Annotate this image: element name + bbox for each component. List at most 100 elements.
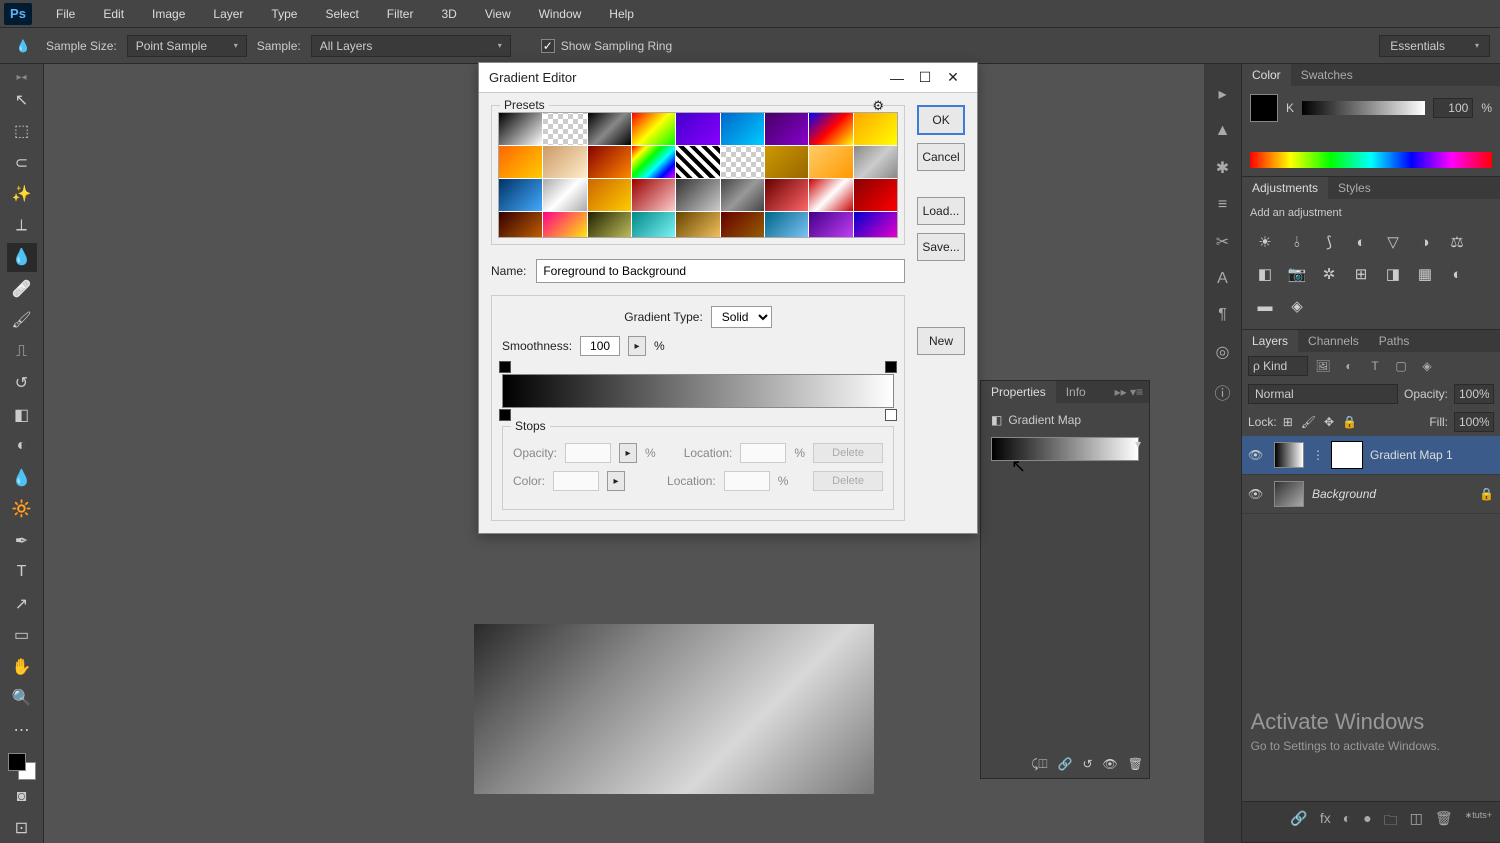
tab-properties[interactable]: Properties — [981, 381, 1056, 403]
color-picker-button[interactable]: ▸ — [607, 471, 625, 491]
move-tool[interactable]: ↖ — [7, 85, 37, 115]
hue-icon[interactable]: ◑ — [1414, 231, 1436, 253]
preset-swatch[interactable] — [765, 113, 808, 145]
preset-swatch[interactable] — [676, 179, 719, 211]
preset-swatch[interactable] — [632, 179, 675, 211]
preset-swatch[interactable] — [721, 113, 764, 145]
vibrance-icon[interactable]: ▽ — [1382, 231, 1404, 253]
tab-layers[interactable]: Layers — [1242, 330, 1298, 352]
eyedropper-tool[interactable]: 💧 — [7, 243, 37, 273]
filter-adjustment-icon[interactable]: ◐ — [1338, 356, 1360, 376]
visibility-icon[interactable]: 👁 — [1103, 757, 1118, 772]
filter-image-icon[interactable]: 🖼 — [1312, 356, 1334, 376]
menu-file[interactable]: File — [42, 7, 89, 21]
minimize-icon[interactable]: — — [883, 70, 911, 86]
preset-swatch[interactable] — [809, 179, 852, 211]
layer-kind-select[interactable]: ρ Kind — [1248, 356, 1308, 376]
delete-layer-icon[interactable]: 🗑 — [1435, 810, 1453, 834]
document-canvas[interactable] — [474, 624, 874, 794]
menu-3d[interactable]: 3D — [427, 7, 470, 21]
preset-swatch[interactable] — [543, 212, 586, 238]
gradient-map-icon[interactable]: ▬ — [1254, 295, 1276, 317]
lock-image-icon[interactable]: 🖌 — [1301, 415, 1316, 429]
visibility-icon[interactable]: 👁 — [1248, 448, 1266, 462]
blend-mode-select[interactable]: Normal — [1248, 384, 1398, 404]
levels-icon[interactable]: ⫰ — [1286, 231, 1308, 253]
stops-color-location-input[interactable] — [724, 471, 770, 491]
blur-tool[interactable]: 💧 — [7, 463, 37, 493]
path-selection-tool[interactable]: ↗ — [7, 589, 37, 619]
tab-adjustments[interactable]: Adjustments — [1242, 177, 1328, 199]
color-lookup-icon[interactable]: ⊞ — [1350, 263, 1372, 285]
preset-swatch[interactable] — [543, 146, 586, 178]
preset-swatch[interactable] — [588, 113, 631, 145]
measurement-icon[interactable]: ◎ — [1216, 342, 1230, 362]
preset-swatch[interactable] — [809, 146, 852, 178]
menu-window[interactable]: Window — [525, 7, 596, 21]
layer-item-background[interactable]: 👁 Background 🔒 — [1242, 475, 1500, 514]
history-icon[interactable]: ▸ — [1218, 84, 1226, 104]
k-value-input[interactable] — [1433, 98, 1473, 118]
preset-swatch[interactable] — [765, 146, 808, 178]
preset-swatch[interactable] — [632, 212, 675, 238]
stops-opacity-location-input[interactable] — [740, 443, 786, 463]
brightness-icon[interactable]: ☀ — [1254, 231, 1276, 253]
preset-swatch[interactable] — [499, 113, 542, 145]
preset-swatch[interactable] — [676, 113, 719, 145]
show-sampling-ring-checkbox[interactable]: ✓Show Sampling Ring — [541, 39, 672, 53]
selective-color-icon[interactable]: ◈ — [1286, 295, 1308, 317]
preset-swatch[interactable] — [854, 212, 897, 238]
sample-size-select[interactable]: Point Sample▾ — [127, 35, 247, 57]
tab-styles[interactable]: Styles — [1328, 177, 1381, 199]
actions-icon[interactable]: ✱ — [1216, 158, 1229, 178]
dodge-tool[interactable]: 🔆 — [7, 495, 37, 525]
cancel-button[interactable]: Cancel — [917, 143, 965, 171]
preset-swatch[interactable] — [588, 179, 631, 211]
photo-filter-icon[interactable]: 📷 — [1286, 263, 1308, 285]
foreground-swatch[interactable] — [1250, 94, 1278, 122]
marquee-tool[interactable]: ⬚ — [7, 117, 37, 147]
layer-item-gradient-map[interactable]: 👁 ⋮ Gradient Map 1 — [1242, 436, 1500, 475]
preset-swatch[interactable] — [543, 179, 586, 211]
more-tool[interactable]: ⋯ — [7, 715, 37, 745]
opacity-input[interactable] — [1454, 384, 1494, 404]
menu-view[interactable]: View — [471, 7, 525, 21]
menu-edit[interactable]: Edit — [89, 7, 138, 21]
bw-icon[interactable]: ◧ — [1254, 263, 1276, 285]
new-group-icon[interactable]: 🗀 — [1384, 810, 1398, 834]
gradient-type-select[interactable]: Solid — [711, 306, 772, 328]
type-tool[interactable]: T — [7, 558, 37, 588]
color-stop-left[interactable] — [499, 409, 511, 421]
preset-swatch[interactable] — [854, 113, 897, 145]
filter-type-icon[interactable]: T — [1364, 356, 1386, 376]
paragraph-icon[interactable]: ¶ — [1218, 306, 1227, 324]
new-layer-icon[interactable]: ◫ — [1410, 810, 1423, 834]
stops-color-swatch[interactable] — [553, 471, 599, 491]
curves-icon[interactable]: ⟆ — [1318, 231, 1340, 253]
opacity-stepper[interactable]: ▸ — [619, 443, 637, 463]
reset-icon[interactable]: ↺ — [1082, 757, 1092, 772]
character-icon[interactable]: A — [1217, 270, 1228, 288]
tab-paths[interactable]: Paths — [1369, 330, 1420, 352]
trash-icon[interactable]: 🗑 — [1128, 757, 1143, 772]
clone-stamp-tool[interactable]: ⎍ — [7, 337, 37, 367]
menu-filter[interactable]: Filter — [373, 7, 428, 21]
close-icon[interactable]: ✕ — [939, 69, 967, 86]
color-swatches[interactable] — [8, 753, 36, 781]
preset-swatch[interactable] — [676, 212, 719, 238]
preset-swatch[interactable] — [499, 146, 542, 178]
zoom-tool[interactable]: 🔍 — [7, 684, 37, 714]
preset-swatch[interactable] — [543, 113, 586, 145]
fill-input[interactable] — [1454, 412, 1494, 432]
spectrum-picker[interactable] — [1250, 152, 1492, 168]
preset-swatch[interactable] — [588, 212, 631, 238]
tab-color[interactable]: Color — [1242, 64, 1291, 86]
preset-swatch[interactable] — [854, 146, 897, 178]
posterize-icon[interactable]: ▦ — [1414, 263, 1436, 285]
k-slider[interactable] — [1302, 101, 1425, 115]
filter-smart-icon[interactable]: ◈ — [1416, 356, 1438, 376]
quick-mask-tool[interactable]: ◙ — [7, 782, 37, 812]
gradient-name-input[interactable] — [536, 259, 905, 283]
eraser-tool[interactable]: ◧ — [7, 400, 37, 430]
delete-opacity-stop-button[interactable]: Delete — [813, 443, 883, 463]
